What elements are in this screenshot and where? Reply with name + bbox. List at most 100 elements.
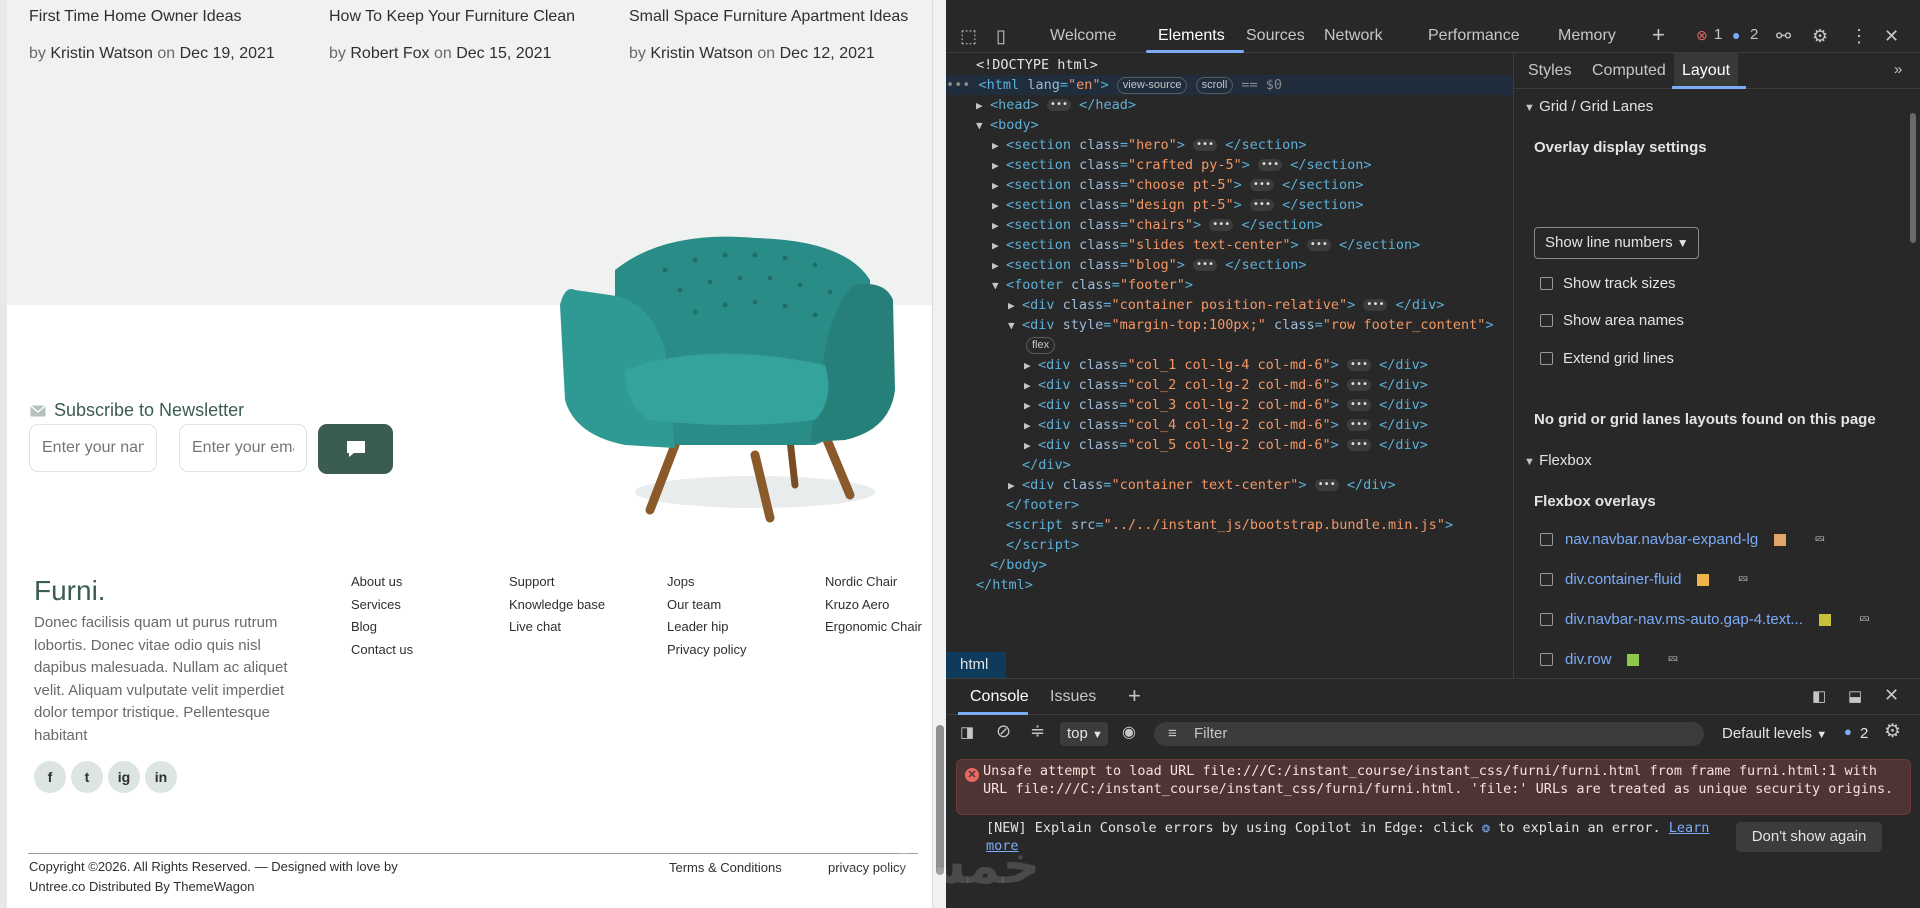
dom-node[interactable]: </footer> bbox=[1006, 495, 1079, 515]
tab-issues[interactable]: Issues bbox=[1050, 679, 1096, 715]
dom-node[interactable]: ▶ <div class="col_4 col-lg-2 col-md-6"> •… bbox=[1024, 415, 1428, 435]
flex-overlay-item[interactable]: div.row ⮹ bbox=[1540, 651, 1679, 668]
close-devtools-icon[interactable]: ✕ bbox=[1884, 26, 1899, 47]
checkbox[interactable] bbox=[1540, 533, 1553, 546]
tab-network[interactable]: Network bbox=[1324, 18, 1383, 53]
footer-link[interactable]: Knowledge base bbox=[509, 594, 605, 617]
add-drawer-tab-icon[interactable]: + bbox=[1128, 683, 1141, 709]
dom-breadcrumb[interactable]: html bbox=[946, 652, 1006, 678]
flex-overlay-item[interactable]: div.container-fluid ⮹ bbox=[1540, 571, 1749, 588]
log-levels-select[interactable]: Default levels ▼ bbox=[1722, 722, 1827, 747]
more-tabs-icon[interactable]: + bbox=[1652, 22, 1665, 48]
highlight-icon[interactable]: ⮹ bbox=[1667, 651, 1678, 668]
dom-node[interactable]: ▶ <div class="col_3 col-lg-2 col-md-6"> •… bbox=[1024, 395, 1428, 415]
grid-section-header[interactable]: ▼ Grid / Grid Lanes bbox=[1524, 98, 1653, 115]
footer-link[interactable]: Leader hip bbox=[667, 616, 746, 639]
tab-layout[interactable]: Layout bbox=[1674, 53, 1739, 89]
dom-node[interactable]: ▶ <head> ••• </head> bbox=[976, 95, 1136, 115]
dom-node[interactable]: ▶ <div class="col_2 col-lg-2 col-md-6"> •… bbox=[1024, 375, 1428, 395]
device-toolbar-icon[interactable]: ▯ bbox=[996, 26, 1006, 47]
checkbox[interactable] bbox=[1540, 573, 1553, 586]
show-area-names-option[interactable]: Show area names bbox=[1540, 312, 1684, 329]
dom-node[interactable]: ▶ <section class="blog"> ••• </section> bbox=[992, 255, 1307, 275]
dom-node[interactable]: ▶ <div class="container text-center"> •••… bbox=[1008, 475, 1396, 495]
flexbox-section-header[interactable]: ▼ Flexbox bbox=[1524, 452, 1592, 469]
blog-title[interactable]: How To Keep Your Furniture Clean bbox=[329, 8, 575, 26]
newsletter-send-button[interactable] bbox=[318, 424, 393, 474]
checkbox[interactable] bbox=[1540, 653, 1553, 666]
tab-sources[interactable]: Sources bbox=[1246, 18, 1305, 53]
dom-node[interactable]: ▶ <section class="chairs"> ••• </section> bbox=[992, 215, 1323, 235]
footer-link[interactable]: Contact us bbox=[351, 639, 413, 662]
sidebar-toggle-icon[interactable]: ◨ bbox=[960, 723, 974, 741]
dom-node[interactable]: ▶ <section class="choose pt-5"> ••• </sec… bbox=[992, 175, 1363, 195]
console-filter-input[interactable]: ≡ Filter bbox=[1154, 722, 1704, 746]
dom-node[interactable]: <script src="../../instant_js/bootstrap.… bbox=[1006, 515, 1453, 535]
copyright-line[interactable]: Untree.co Distributed By ThemeWagon bbox=[29, 877, 449, 897]
inspect-icon[interactable]: ⬚ bbox=[960, 26, 977, 47]
dom-node[interactable]: ▶ <div class="col_5 col-lg-2 col-md-6"> •… bbox=[1024, 435, 1428, 455]
twitter-icon[interactable]: t bbox=[71, 761, 103, 793]
copilot-icon[interactable]: ❂ bbox=[1482, 820, 1490, 836]
footer-link[interactable]: Blog bbox=[351, 616, 413, 639]
checkbox[interactable] bbox=[1540, 314, 1553, 327]
flex-overlay-item[interactable]: nav.navbar.navbar-expand-lg ⮹ bbox=[1540, 531, 1825, 548]
customize-icon[interactable]: ⚯ bbox=[1776, 26, 1791, 47]
dom-node[interactable]: ▼ <div style="margin-top:100px;" class="r… bbox=[1008, 315, 1494, 335]
message-count-icon[interactable]: ● bbox=[1732, 27, 1740, 43]
settings-gear-icon[interactable]: ⚙ bbox=[1812, 26, 1828, 47]
footer-link[interactable]: Privacy policy bbox=[667, 639, 746, 662]
highlight-icon[interactable]: ⮹ bbox=[1737, 571, 1748, 588]
more-options-icon[interactable]: ⋮ bbox=[1850, 26, 1868, 47]
checkbox[interactable] bbox=[1540, 277, 1553, 290]
footer-link[interactable]: Nordic Chair bbox=[825, 571, 922, 594]
newsletter-name-input[interactable] bbox=[29, 424, 157, 472]
console-settings-split-icon[interactable]: ≑ bbox=[1030, 721, 1045, 742]
facebook-icon[interactable]: f bbox=[34, 761, 66, 793]
context-select[interactable]: top ▼ bbox=[1060, 722, 1108, 746]
footer-link[interactable]: Ergonomic Chair bbox=[825, 616, 922, 639]
footer-link[interactable]: Live chat bbox=[509, 616, 605, 639]
error-count-icon[interactable]: ⊗ bbox=[1696, 27, 1708, 44]
drawer-position-icon[interactable]: ⬓ bbox=[1848, 687, 1862, 705]
highlight-icon[interactable]: ⮹ bbox=[1814, 531, 1825, 548]
dom-node[interactable]: ▶ <section class="crafted py-5"> ••• </se… bbox=[992, 155, 1372, 175]
blog-title[interactable]: Small Space Furniture Apartment Ideas bbox=[629, 8, 908, 26]
live-expression-eye-icon[interactable]: ◉ bbox=[1122, 722, 1136, 742]
checkbox[interactable] bbox=[1540, 352, 1553, 365]
close-drawer-icon[interactable]: ✕ bbox=[1884, 685, 1899, 706]
newsletter-email-input[interactable] bbox=[179, 424, 307, 472]
extend-grid-lines-option[interactable]: Extend grid lines bbox=[1540, 350, 1674, 367]
color-swatch[interactable] bbox=[1627, 653, 1640, 666]
tab-styles[interactable]: Styles bbox=[1528, 53, 1572, 89]
flex-badge[interactable]: flex bbox=[1026, 335, 1056, 355]
page-scrollbar[interactable] bbox=[932, 0, 946, 908]
dock-icon[interactable]: ◧ bbox=[1812, 687, 1826, 705]
issues-count-icon[interactable]: ● bbox=[1844, 724, 1852, 739]
flex-overlay-item[interactable]: div.navbar-nav.ms-auto.gap-4.text... ⮹ bbox=[1540, 611, 1870, 628]
show-track-sizes-option[interactable]: Show track sizes bbox=[1540, 275, 1676, 292]
tab-memory[interactable]: Memory bbox=[1558, 18, 1616, 53]
error-count[interactable]: 1 bbox=[1714, 26, 1722, 43]
linkedin-icon[interactable]: in bbox=[145, 761, 177, 793]
dom-node[interactable]: </div> bbox=[1022, 455, 1071, 475]
instagram-icon[interactable]: ig bbox=[108, 761, 140, 793]
more-side-tabs-icon[interactable]: » bbox=[1894, 61, 1902, 78]
issues-count[interactable]: 2 bbox=[1860, 722, 1868, 746]
dom-node-selected[interactable]: ••• <html lang="en"> view-source scroll … bbox=[946, 75, 1514, 95]
color-swatch[interactable] bbox=[1818, 613, 1831, 626]
color-swatch[interactable] bbox=[1774, 533, 1787, 546]
highlight-icon[interactable]: ⮹ bbox=[1859, 611, 1870, 628]
dont-show-again-button[interactable]: Don't show again bbox=[1736, 822, 1882, 852]
dom-node[interactable]: </body> bbox=[990, 555, 1047, 575]
tab-welcome[interactable]: Welcome bbox=[1050, 18, 1116, 53]
dom-node[interactable]: ▶ <section class="design pt-5"> ••• </sec… bbox=[992, 195, 1363, 215]
dom-node[interactable]: <!DOCTYPE html> bbox=[976, 55, 1098, 75]
footer-link[interactable]: Kruzo Aero bbox=[825, 594, 922, 617]
footer-link[interactable]: About us bbox=[351, 571, 413, 594]
footer-link[interactable]: Our team bbox=[667, 594, 746, 617]
dom-node[interactable]: ▼ <footer class="footer"> bbox=[992, 275, 1193, 295]
tab-elements[interactable]: Elements bbox=[1158, 18, 1225, 53]
console-gear-icon[interactable]: ⚙ bbox=[1884, 720, 1901, 743]
message-count[interactable]: 2 bbox=[1750, 26, 1758, 43]
